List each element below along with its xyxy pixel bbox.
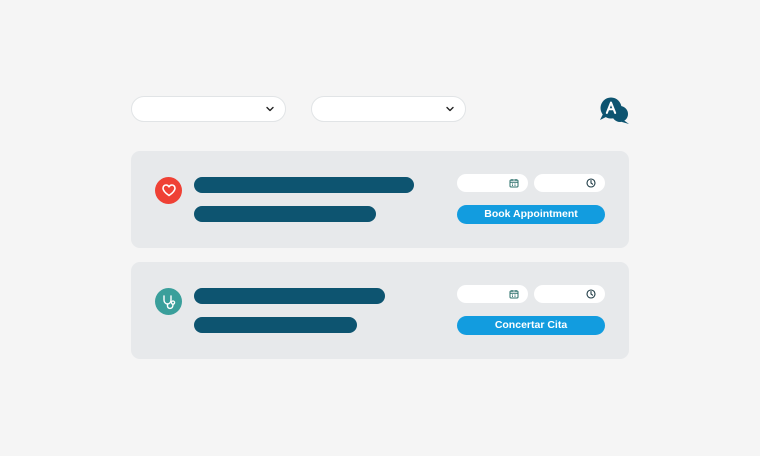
- translate-chat-icon: [600, 97, 629, 124]
- stethoscope-badge: [155, 288, 182, 315]
- calendar-icon: [509, 290, 519, 299]
- title-placeholder-bar: [194, 177, 414, 193]
- filter-select-1[interactable]: [131, 96, 286, 122]
- calendar-icon: [509, 179, 519, 188]
- clock-icon: [586, 178, 596, 188]
- heart-icon: [161, 184, 176, 197]
- book-appointment-button[interactable]: Book Appointment: [457, 205, 605, 224]
- subtitle-placeholder-bar: [194, 317, 357, 333]
- filter-select-2[interactable]: [311, 96, 466, 122]
- date-input[interactable]: [457, 285, 528, 303]
- clock-icon: [586, 289, 596, 299]
- translate-button[interactable]: [600, 97, 630, 125]
- time-input[interactable]: [534, 285, 605, 303]
- subtitle-placeholder-bar: [194, 206, 376, 222]
- appointment-card: Book Appointment: [131, 151, 629, 248]
- title-placeholder-bar: [194, 288, 385, 304]
- chevron-down-icon: [266, 106, 274, 112]
- date-input[interactable]: [457, 174, 528, 192]
- time-input[interactable]: [534, 174, 605, 192]
- chevron-down-icon: [446, 106, 454, 112]
- appointment-card: Concertar Cita: [131, 262, 629, 359]
- heart-badge: [155, 177, 182, 204]
- stethoscope-icon: [162, 294, 175, 309]
- concertar-cita-button[interactable]: Concertar Cita: [457, 316, 605, 335]
